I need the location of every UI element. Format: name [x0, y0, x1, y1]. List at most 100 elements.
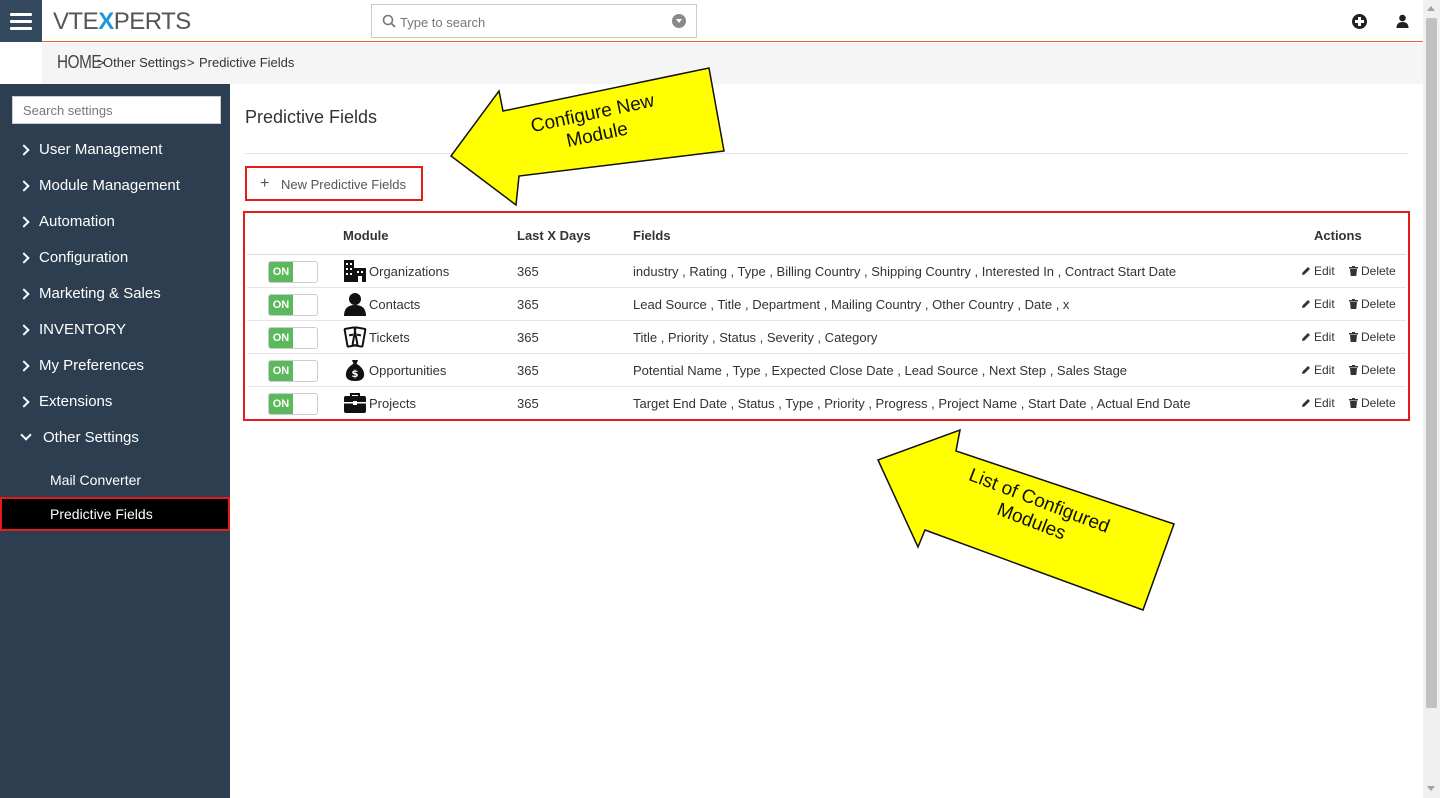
trash-icon [1349, 398, 1358, 408]
fields-list: Target End Date , Status , Type , Priori… [633, 396, 1191, 411]
briefcase-icon [344, 393, 366, 413]
module-name: Opportunities [369, 363, 447, 378]
column-header-last-x-days: Last X Days [517, 228, 591, 243]
breadcrumb-predictive-fields: Predictive Fields [199, 55, 295, 70]
callout-text-list: List of Configured Modules [965, 464, 1113, 545]
chevron-right-icon [18, 360, 30, 372]
sidebar-item-extensions[interactable]: Extensions [0, 389, 230, 419]
status-toggle[interactable]: ON [268, 327, 318, 349]
building-icon [344, 260, 366, 282]
module-name: Projects [369, 396, 416, 411]
settings-sidebar: User Management Module Management Automa… [0, 84, 230, 798]
edit-button[interactable]: Edit [1301, 330, 1335, 344]
app-logo[interactable]: VTEXPERTS [53, 8, 191, 36]
delete-button[interactable]: Delete [1349, 396, 1396, 410]
chevron-right-icon [18, 288, 30, 300]
last-x-days: 365 [517, 396, 539, 411]
delete-button[interactable]: Delete [1349, 330, 1396, 344]
breadcrumb-separator: > [187, 55, 195, 70]
table-row: ON Projects 365 Target End Date , Status… [247, 387, 1406, 420]
scroll-up-icon[interactable] [1427, 6, 1435, 11]
ticket-icon [343, 326, 367, 348]
fields-list: Title , Priority , Status , Severity , C… [633, 330, 878, 345]
chevron-right-icon [18, 396, 30, 408]
table-row: ON Contacts 365 Lead Source , Title , De… [247, 288, 1406, 321]
chevron-right-icon [18, 180, 30, 192]
sidebar-item-marketing-sales[interactable]: Marketing & Sales [0, 281, 230, 311]
trash-icon [1349, 332, 1358, 342]
hamburger-menu-icon[interactable] [0, 0, 42, 42]
column-header-fields: Fields [633, 228, 671, 243]
breadcrumb-other-settings[interactable]: Other Settings [103, 55, 186, 70]
sidebar-subitem-predictive-fields[interactable]: Predictive Fields [0, 497, 230, 531]
chevron-down-icon [20, 429, 32, 441]
divider [245, 153, 1408, 154]
chevron-right-icon [18, 324, 30, 336]
pencil-icon [1302, 366, 1310, 374]
quick-create-icon[interactable] [1352, 14, 1367, 29]
settings-search-input[interactable] [12, 96, 221, 124]
trash-icon [1349, 266, 1358, 276]
status-toggle[interactable]: ON [268, 261, 318, 283]
status-toggle[interactable]: ON [268, 360, 318, 382]
edit-button[interactable]: Edit [1301, 264, 1335, 278]
last-x-days: 365 [517, 363, 539, 378]
edit-button[interactable]: Edit [1301, 363, 1335, 377]
scrollbar-thumb[interactable] [1426, 18, 1437, 708]
fields-list: industry , Rating , Type , Billing Count… [633, 264, 1177, 279]
global-search[interactable] [371, 4, 697, 38]
callout-text-configure: Configure New Module [528, 90, 657, 153]
page-title: Predictive Fields [245, 107, 378, 127]
module-name: Organizations [369, 264, 450, 279]
sidebar-subitem-mail-converter[interactable]: Mail Converter [0, 463, 230, 497]
last-x-days: 365 [517, 264, 539, 279]
scroll-down-icon[interactable] [1427, 786, 1435, 791]
svg-text:$: $ [352, 369, 359, 380]
edit-button[interactable]: Edit [1301, 396, 1335, 410]
plus-icon: + [260, 175, 270, 192]
breadcrumb: HOME > Other Settings > Predictive Field… [0, 43, 1423, 84]
table-row: ON Organizations 365 industry , Rating ,… [247, 255, 1406, 288]
sidebar-item-configuration[interactable]: Configuration [0, 245, 230, 275]
edit-button[interactable]: Edit [1301, 297, 1335, 311]
search-input[interactable] [400, 12, 660, 32]
sidebar-item-other-settings[interactable]: Other Settings [0, 425, 230, 455]
fields-list: Potential Name , Type , Expected Close D… [633, 363, 1128, 378]
chevron-right-icon [18, 144, 30, 156]
sidebar-item-my-preferences[interactable]: My Preferences [0, 353, 230, 383]
trash-icon [1349, 365, 1358, 375]
delete-button[interactable]: Delete [1349, 264, 1396, 278]
status-toggle[interactable]: ON [268, 294, 318, 316]
predictive-fields-table: Module Last X Days Fields Actions ON Org… [243, 211, 1410, 421]
sidebar-item-user-management[interactable]: User Management [0, 137, 230, 167]
pencil-icon [1302, 267, 1310, 275]
last-x-days: 365 [517, 330, 539, 345]
search-dropdown-icon[interactable] [672, 14, 686, 28]
person-icon [344, 293, 366, 316]
table-row: ON Tickets 365 Title , Priority , Status… [247, 321, 1406, 354]
sidebar-item-automation[interactable]: Automation [0, 209, 230, 239]
delete-button[interactable]: Delete [1349, 297, 1396, 311]
search-icon [382, 14, 396, 28]
money-bag-icon: $ [345, 360, 365, 381]
status-toggle[interactable]: ON [268, 393, 318, 415]
user-profile-icon[interactable] [1395, 14, 1410, 29]
page-scrollbar[interactable] [1423, 0, 1440, 798]
module-name: Contacts [369, 297, 421, 312]
last-x-days: 365 [517, 297, 539, 312]
top-bar: VTEXPERTS [0, 0, 1423, 42]
new-predictive-fields-button[interactable]: + New Predictive Fields [245, 166, 423, 201]
column-header-actions: Actions [1314, 228, 1362, 243]
breadcrumb-home[interactable]: HOME [57, 52, 102, 73]
delete-button[interactable]: Delete [1349, 363, 1396, 377]
fields-list: Lead Source , Title , Department , Maili… [633, 297, 1070, 312]
pencil-icon [1302, 333, 1310, 341]
trash-icon [1349, 299, 1358, 309]
sidebar-item-module-management[interactable]: Module Management [0, 173, 230, 203]
module-name: Tickets [369, 330, 410, 345]
sidebar-item-inventory[interactable]: INVENTORY [0, 317, 230, 347]
chevron-right-icon [18, 252, 30, 264]
column-header-module: Module [343, 228, 389, 243]
pencil-icon [1302, 399, 1310, 407]
table-row: ON $ Opportunities 365 Potential Name , … [247, 354, 1406, 387]
